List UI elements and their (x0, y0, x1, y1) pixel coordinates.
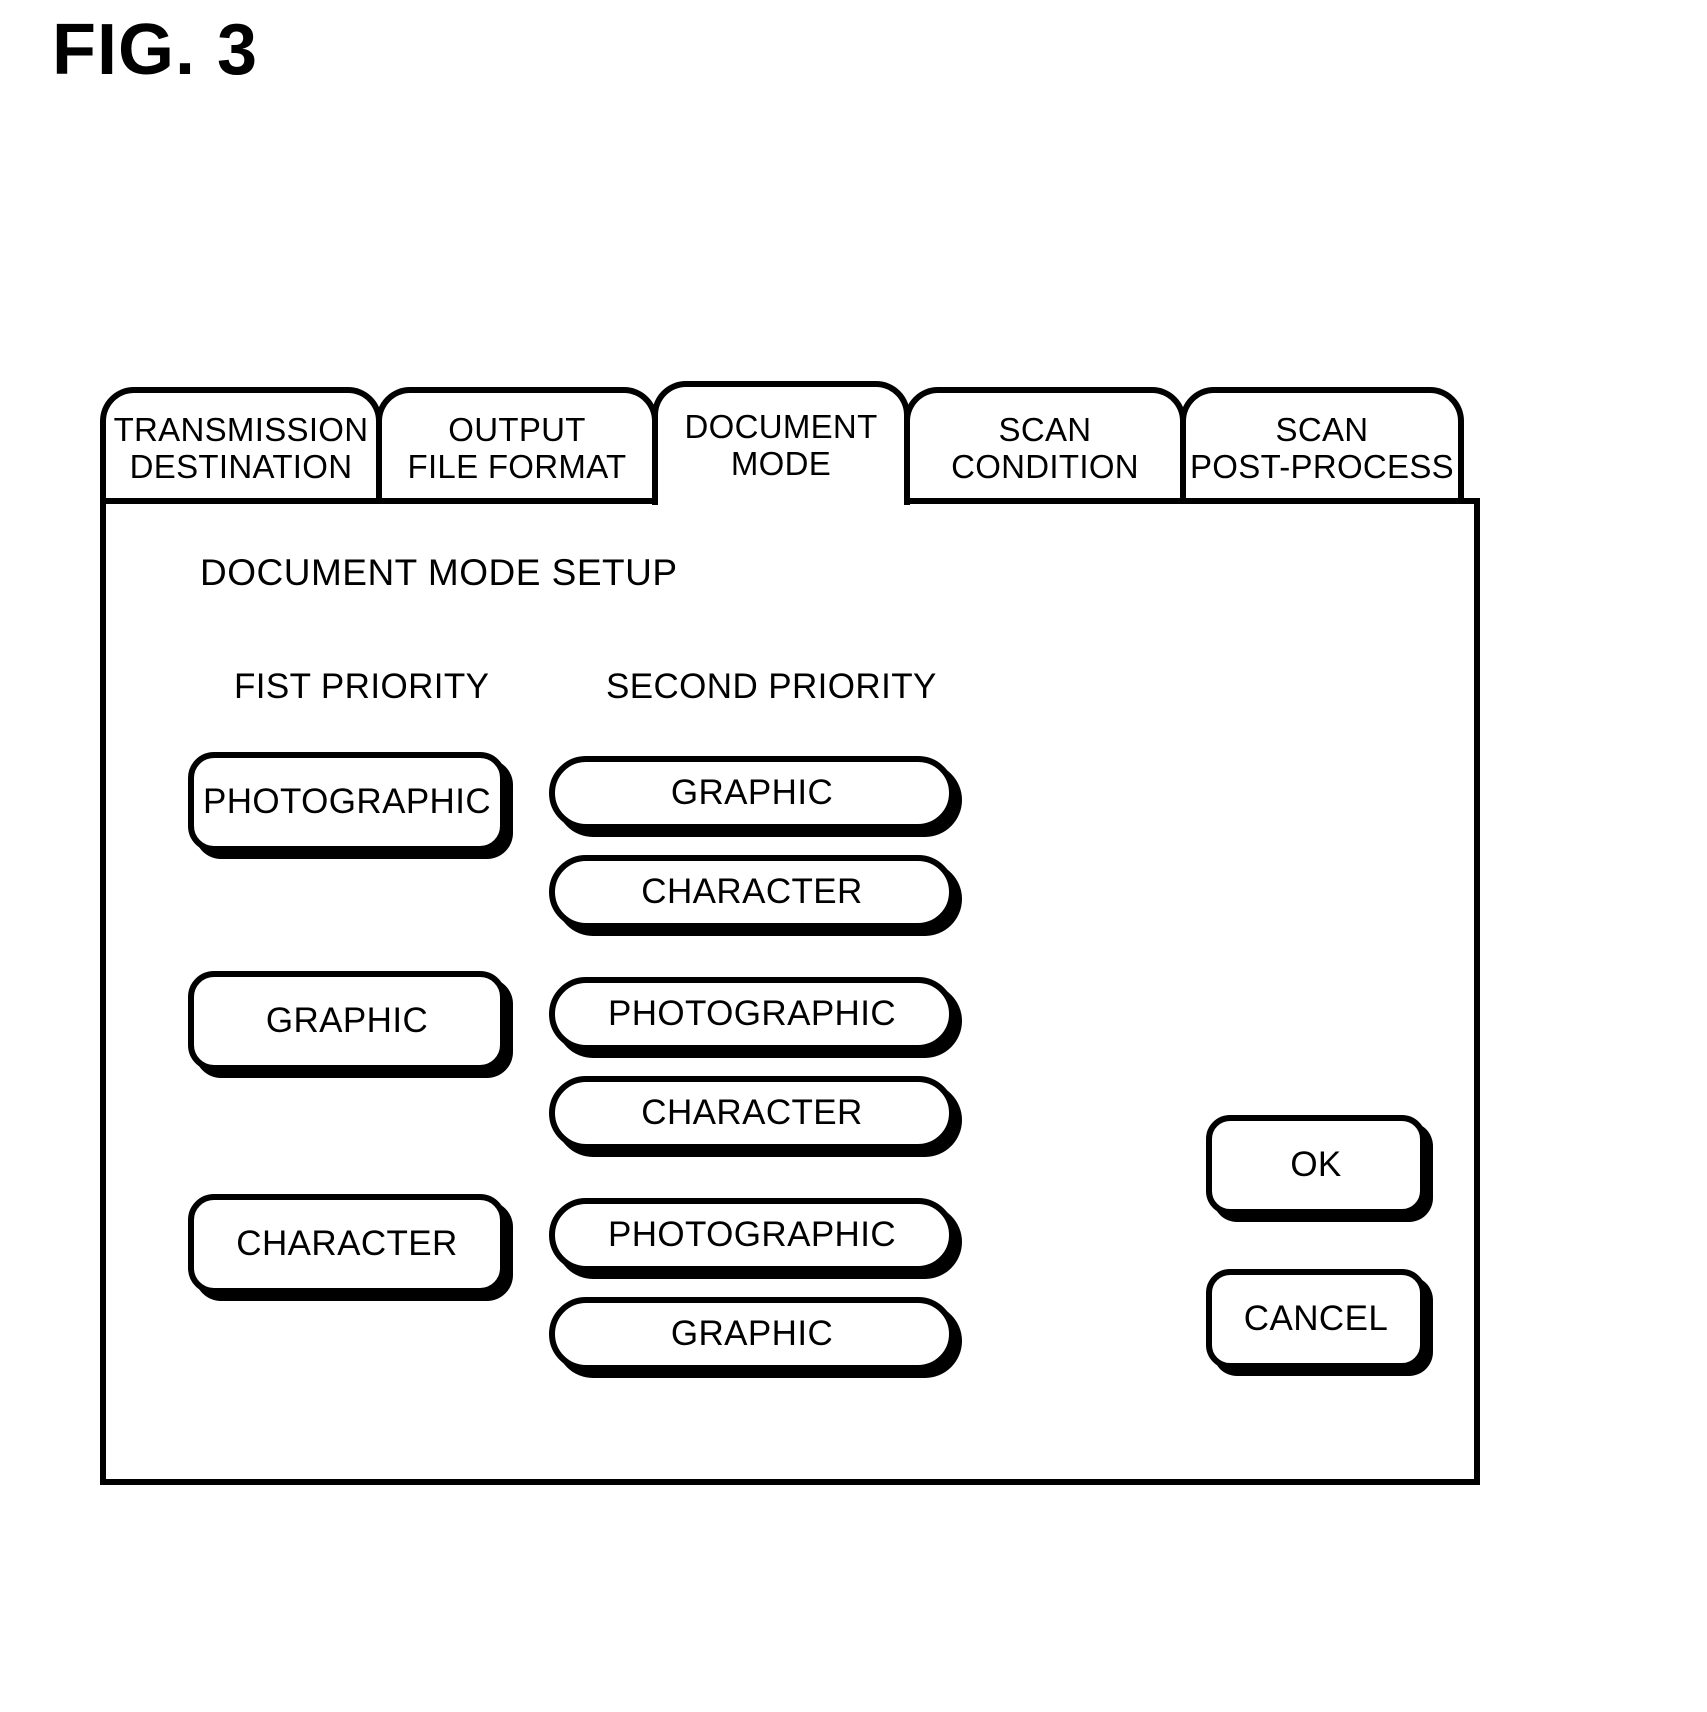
column-header-second-priority: SECOND PRIORITY (606, 667, 937, 706)
tab-scan-post-process-line1: SCAN (1275, 411, 1369, 449)
first-priority-button-photographic[interactable]: PHOTOGRAPHIC (188, 752, 506, 852)
tab-output-file-format[interactable]: OUTPUT FILE FORMAT (376, 387, 658, 505)
tab-output-file-format-line1: OUTPUT (448, 411, 586, 449)
second-priority-button-group1-character[interactable]: CHARACTER (549, 855, 955, 929)
tab-document-mode-line1: DOCUMENT (684, 408, 878, 446)
tab-scan-condition-line1: SCAN (998, 411, 1092, 449)
first-priority-button-character[interactable]: CHARACTER (188, 1194, 506, 1294)
tab-scan-post-process[interactable]: SCAN POST-PROCESS (1180, 387, 1464, 505)
tab-scan-condition[interactable]: SCAN CONDITION (904, 387, 1186, 505)
tab-scan-condition-line2: CONDITION (951, 448, 1139, 485)
tab-document-mode-line2: MODE (730, 445, 832, 482)
document-mode-panel: DOCUMENT MODE SETUP FIST PRIORITY SECOND… (100, 498, 1480, 1485)
document-mode-dialog: TRANSMISSION DESTINATION OUTPUT FILE FOR… (100, 380, 1480, 1485)
tab-transmission-destination-line1: TRANSMISSION (113, 411, 369, 449)
figure-title: FIG. 3 (52, 10, 259, 90)
first-priority-button-graphic[interactable]: GRAPHIC (188, 971, 506, 1071)
panel-heading: DOCUMENT MODE SETUP (200, 552, 678, 593)
cancel-button[interactable]: CANCEL (1206, 1269, 1426, 1369)
second-priority-button-group1-graphic[interactable]: GRAPHIC (549, 756, 955, 830)
second-priority-button-group2-photographic[interactable]: PHOTOGRAPHIC (549, 977, 955, 1051)
tab-output-file-format-line2: FILE FORMAT (407, 448, 627, 485)
ok-button[interactable]: OK (1206, 1115, 1426, 1215)
tab-scan-post-process-line2: POST-PROCESS (1190, 448, 1454, 485)
second-priority-button-group2-character[interactable]: CHARACTER (549, 1076, 955, 1150)
second-priority-button-group3-graphic[interactable]: GRAPHIC (549, 1297, 955, 1371)
tab-strip: TRANSMISSION DESTINATION OUTPUT FILE FOR… (100, 380, 1480, 513)
column-header-first-priority: FIST PRIORITY (234, 667, 490, 706)
tab-transmission-destination[interactable]: TRANSMISSION DESTINATION (100, 387, 382, 505)
second-priority-button-group3-photographic[interactable]: PHOTOGRAPHIC (549, 1198, 955, 1272)
tab-document-mode[interactable]: DOCUMENT MODE (652, 381, 910, 513)
tab-transmission-destination-line2: DESTINATION (129, 448, 353, 485)
